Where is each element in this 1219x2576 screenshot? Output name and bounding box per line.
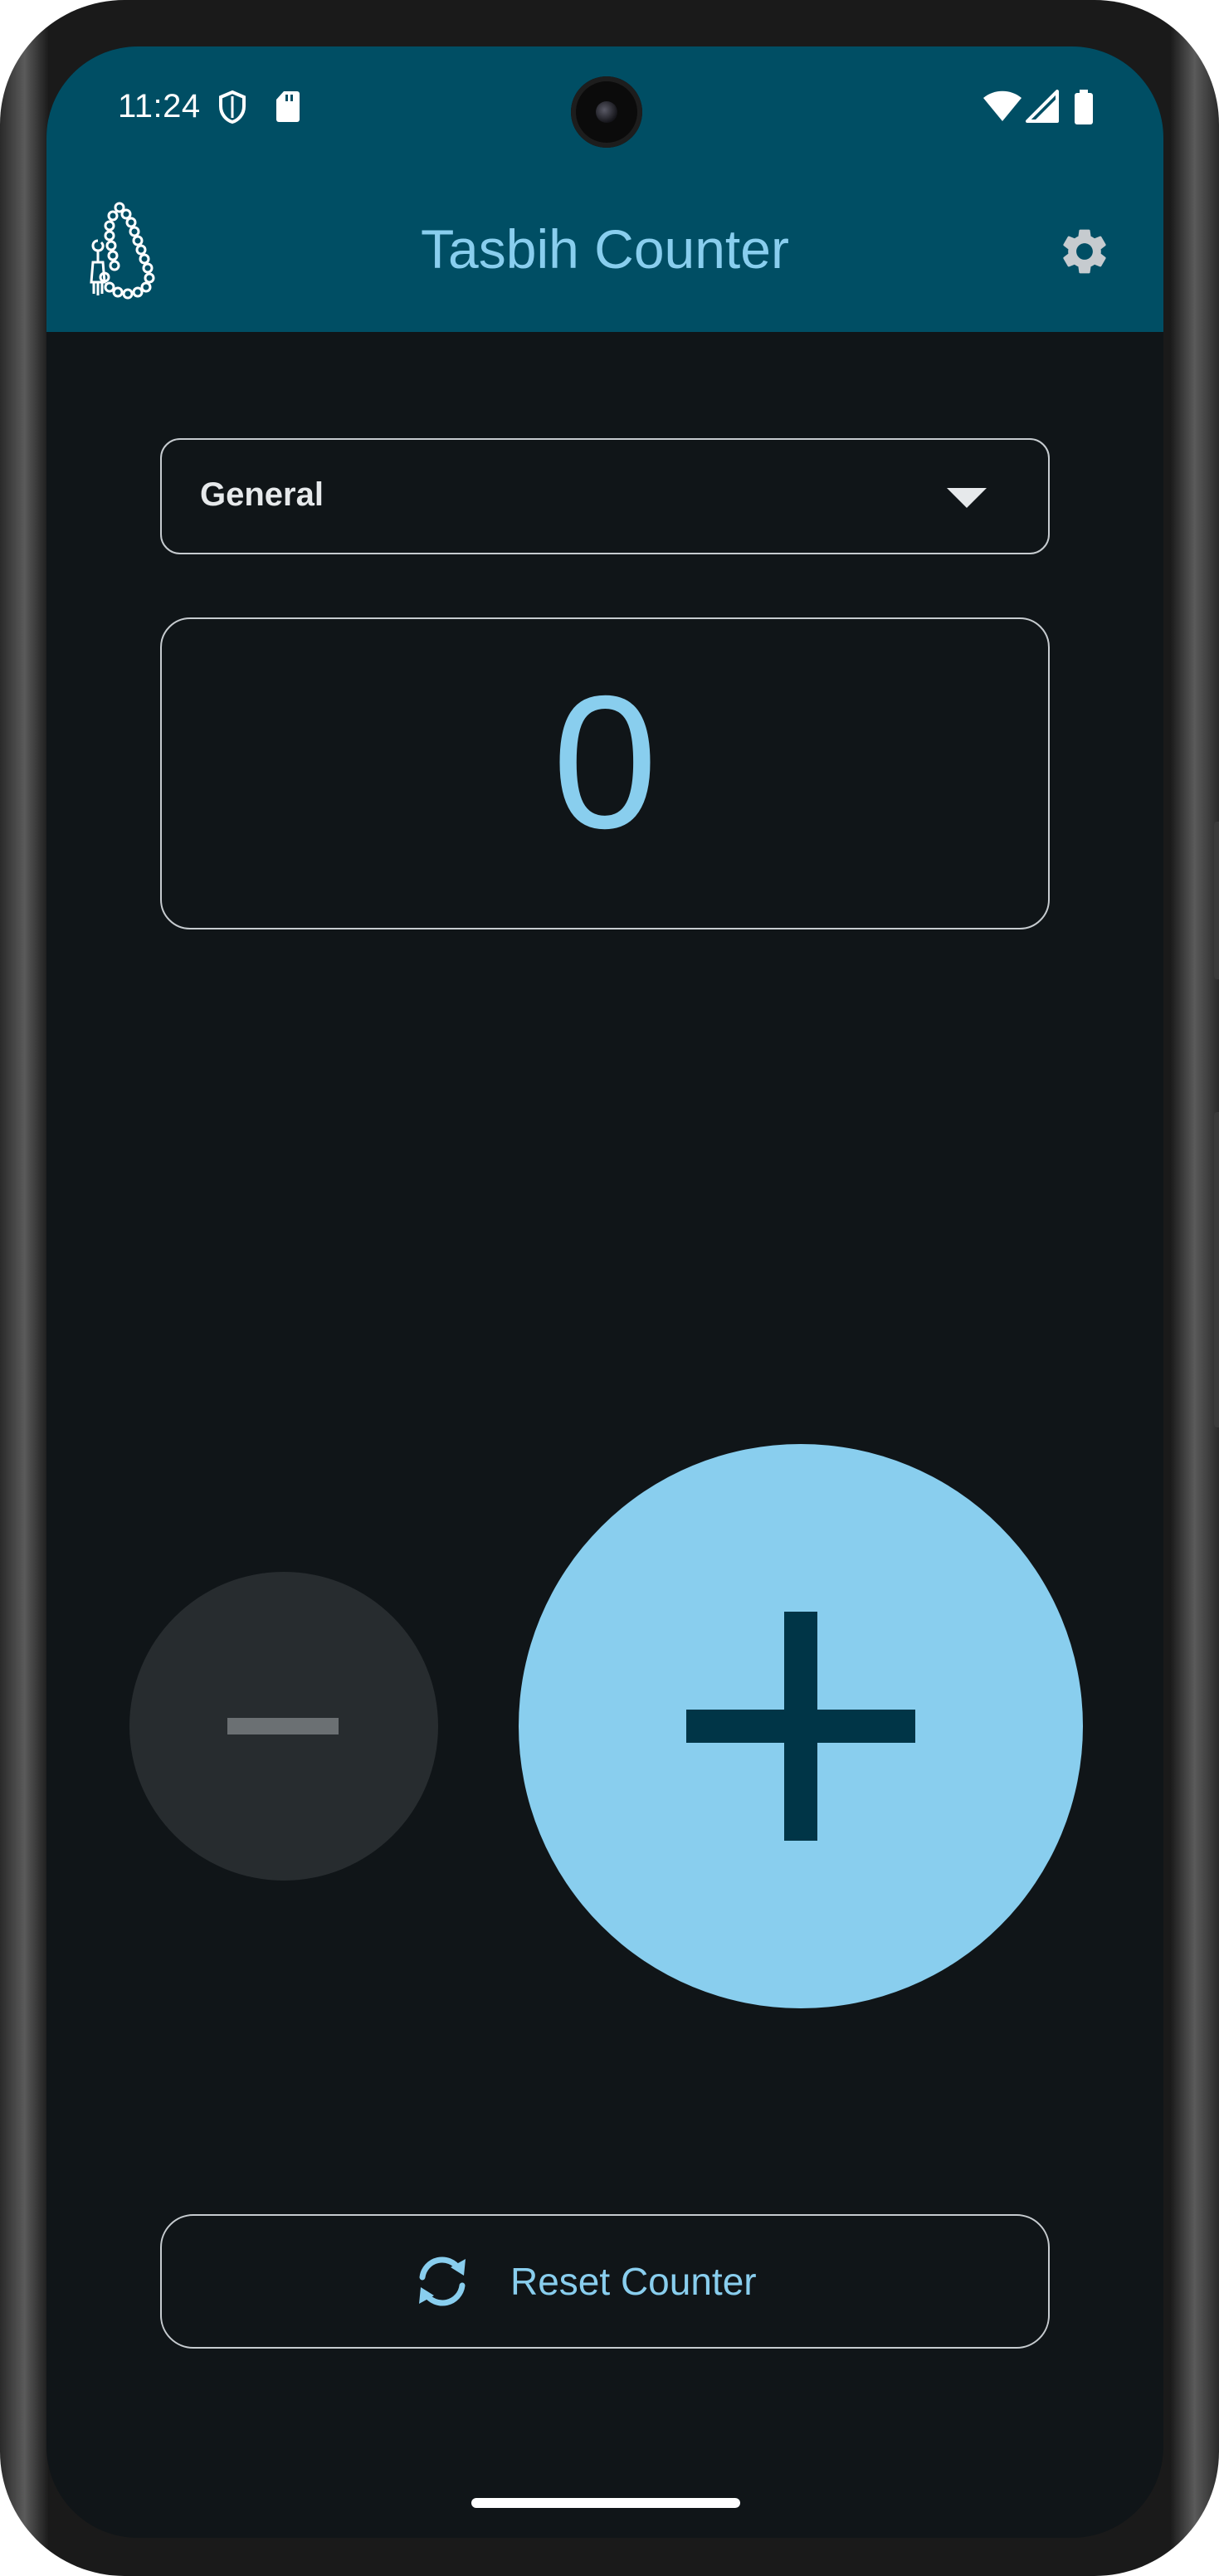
- screen: 11:24 Tasbih Counter General 0 Reset Cou…: [46, 46, 1163, 2538]
- status-time: 11:24: [118, 88, 201, 124]
- power-button: [1214, 1112, 1219, 1427]
- decrement-button[interactable]: [129, 1572, 438, 1881]
- phone-frame: 11:24 Tasbih Counter General 0 Reset Cou…: [0, 0, 1219, 2576]
- sd-card-icon: [276, 91, 300, 122]
- volume-button: [1214, 822, 1219, 979]
- home-indicator[interactable]: [471, 2498, 740, 2508]
- dhikr-dropdown[interactable]: General: [160, 438, 1050, 554]
- plus-icon-vertical: [784, 1612, 817, 1841]
- app-title: Tasbih Counter: [421, 218, 789, 280]
- counter-value: 0: [552, 657, 658, 868]
- refresh-icon: [419, 2256, 466, 2306]
- minus-icon: [227, 1718, 339, 1734]
- reset-counter-button[interactable]: Reset Counter: [160, 2214, 1050, 2349]
- dropdown-selected-value: General: [200, 476, 324, 513]
- signal-icon: [1026, 90, 1059, 123]
- shield-icon: [219, 90, 246, 124]
- gear-icon[interactable]: [1057, 224, 1112, 279]
- app-bar: 11:24 Tasbih Counter: [46, 46, 1163, 332]
- reset-label: Reset Counter: [510, 2260, 757, 2303]
- front-camera: [571, 76, 642, 148]
- increment-button[interactable]: [519, 1444, 1083, 2008]
- counter-display: 0: [160, 617, 1050, 929]
- dropdown-arrow-icon: [947, 488, 987, 508]
- battery-icon: [1075, 90, 1093, 124]
- wifi-icon: [983, 90, 1022, 121]
